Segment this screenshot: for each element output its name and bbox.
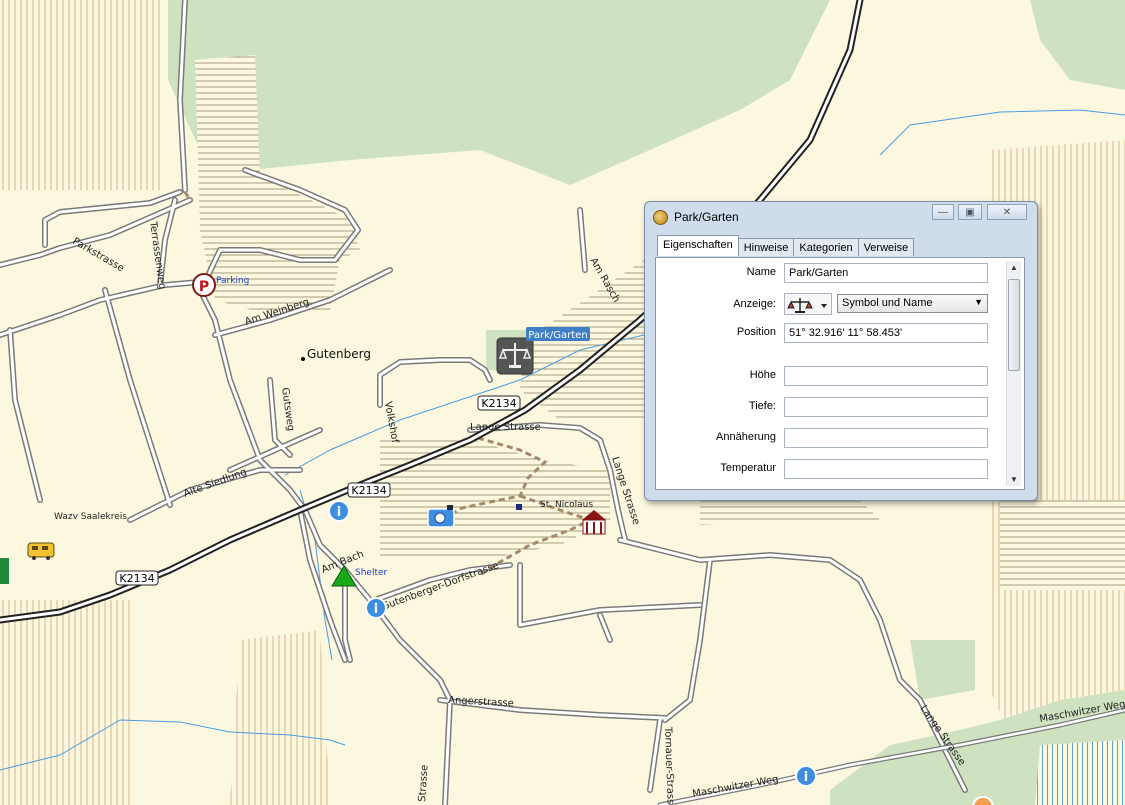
chevron-down-icon <box>821 304 827 308</box>
display-mode-select[interactable]: Symbol und Name ▼ <box>837 294 988 313</box>
svg-text:P: P <box>199 279 209 295</box>
chevron-down-icon: ▼ <box>974 297 983 307</box>
info-icon[interactable]: i <box>365 597 387 619</box>
app-globe-icon <box>653 209 668 225</box>
scales-icon <box>787 298 827 313</box>
panel-scrollbar[interactable]: ▲ ▼ <box>1006 261 1021 486</box>
hoehe-label: Höhe <box>749 369 776 381</box>
poi-label: Shelter <box>355 568 388 578</box>
selected-poi-label: Park/Garten <box>526 327 590 341</box>
properties-dialog[interactable]: Park/Garten — ▣ ✕ Eigenschaften Hinweise… <box>644 201 1038 501</box>
scrollbar-thumb[interactable] <box>1008 279 1020 371</box>
field-area <box>1000 500 1125 590</box>
hoehe-field[interactable] <box>784 366 988 386</box>
svg-text:i: i <box>804 770 808 785</box>
properties-panel: Name Park/Garten Anzeige: Symbol und Nam… <box>655 257 1025 490</box>
symbol-picker-button[interactable] <box>784 293 832 315</box>
road-shield: K2134 <box>477 395 521 411</box>
water-hatch <box>1035 740 1125 805</box>
bus-icon[interactable] <box>27 542 55 560</box>
position-label: Position <box>736 326 776 338</box>
svg-text:K2134: K2134 <box>481 397 516 410</box>
restore-icon[interactable]: ▣ <box>958 204 982 220</box>
orchard-area <box>230 630 330 805</box>
name-label: Name <box>746 266 776 278</box>
svg-text:i: i <box>337 505 341 520</box>
tab-kategorien[interactable]: Kategorien <box>793 238 859 256</box>
temperatur-label: Temperatur <box>720 462 776 474</box>
building-marker <box>516 504 522 510</box>
svg-text:K2134: K2134 <box>351 484 386 497</box>
tab-verweise[interactable]: Verweise <box>857 238 915 256</box>
parking-icon[interactable]: P <box>192 273 216 297</box>
tab-eigenschaften[interactable]: Eigenschaften <box>657 235 739 256</box>
svg-text:i: i <box>374 602 378 617</box>
temperatur-field[interactable] <box>784 459 988 479</box>
camera-icon[interactable] <box>427 505 455 528</box>
tiefe-label: Tiefe: <box>748 400 776 412</box>
poi-label: Parking <box>216 276 249 286</box>
selected-poi-scales-icon[interactable] <box>496 337 534 375</box>
anzeige-label: Anzeige: <box>733 298 776 310</box>
close-icon[interactable]: ✕ <box>987 204 1027 220</box>
dialog-titlebar[interactable]: Park/Garten <box>653 208 739 226</box>
poi-label: St. Nicolaus <box>540 500 593 510</box>
dialog-title: Park/Garten <box>674 210 739 224</box>
info-icon[interactable]: i <box>795 765 817 787</box>
orchard-area <box>0 0 160 190</box>
svg-text:Park/Garten: Park/Garten <box>528 330 587 341</box>
road-shield: K2134 <box>347 482 391 498</box>
tiefe-field[interactable] <box>784 397 988 417</box>
road-shield: K2134 <box>115 570 159 586</box>
name-field[interactable]: Park/Garten <box>784 263 988 283</box>
place-label: Wazv Saalekreis <box>54 512 127 522</box>
position-field[interactable]: 51° 32.916' 11° 58.453' <box>784 323 988 343</box>
city-label: Gutenberg <box>307 347 371 361</box>
svg-text:K2134: K2134 <box>119 572 154 585</box>
tab-hinweise[interactable]: Hinweise <box>737 238 795 256</box>
annaeherung-label: Annäherung <box>716 431 776 443</box>
forest-area <box>910 640 975 700</box>
street-label: Lange Strasse <box>470 422 541 433</box>
display-mode-value: Symbol und Name <box>842 297 933 309</box>
dialog-tabs: Eigenschaften Hinweise Kategorien Verwei… <box>657 235 915 256</box>
annaeherung-field[interactable] <box>784 428 988 448</box>
scroll-down-icon[interactable]: ▼ <box>1010 475 1018 484</box>
exit-icon[interactable] <box>0 558 9 584</box>
info-icon[interactable]: i <box>328 500 350 522</box>
scroll-up-icon[interactable]: ▲ <box>1010 263 1018 272</box>
minimize-icon[interactable]: — <box>932 204 954 220</box>
city-dot <box>301 357 305 361</box>
orchard-area <box>0 600 130 805</box>
